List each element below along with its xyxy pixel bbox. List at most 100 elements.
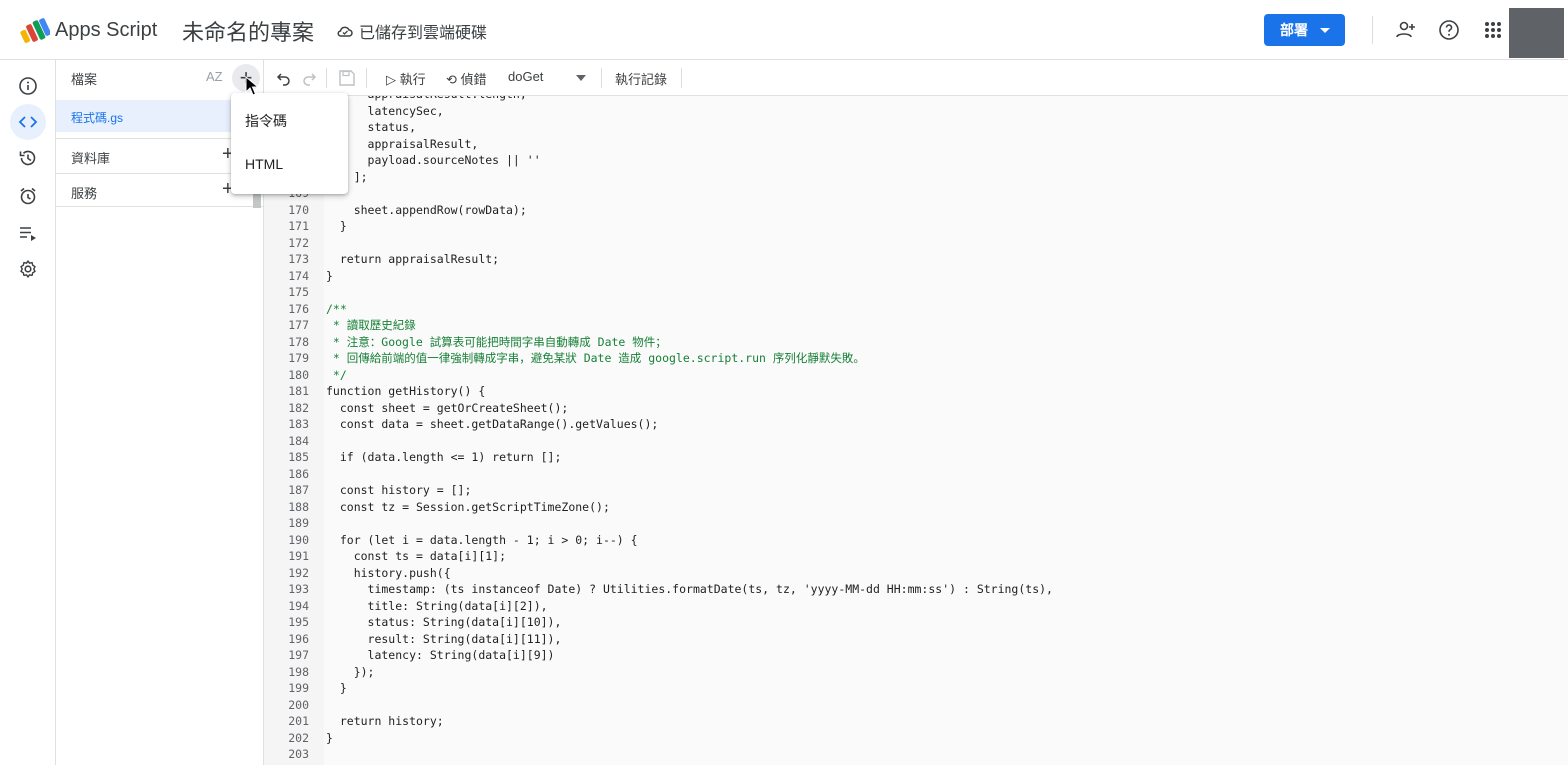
- code-line[interactable]: 175: [288, 284, 1556, 301]
- code-line[interactable]: 178 * 注意：Google 試算表可能把時間字串自動轉成 Date 物件；: [288, 334, 1556, 351]
- project-title[interactable]: 未命名的專案: [182, 15, 314, 47]
- code-line[interactable]: 172: [288, 235, 1556, 252]
- line-number: 197: [288, 648, 309, 662]
- code-line[interactable]: 189: [288, 515, 1556, 532]
- code-text[interactable]: title: String(data[i][2]),: [326, 599, 548, 613]
- code-line[interactable]: 192 history.push({: [288, 565, 1556, 582]
- code-text[interactable]: }: [326, 681, 347, 695]
- code-line[interactable]: 197 latency: String(data[i][9]): [288, 647, 1556, 664]
- code-line[interactable]: 173 return appraisalResult;: [288, 251, 1556, 268]
- code-line[interactable]: 187 const history = [];: [288, 482, 1556, 499]
- line-number: 199: [288, 681, 309, 695]
- code-line[interactable]: status,: [326, 119, 1556, 136]
- code-text[interactable]: payload.sourceNotes || '': [326, 153, 541, 167]
- code-text[interactable]: function getHistory() {: [326, 384, 485, 398]
- rail-item-triggers[interactable]: [10, 178, 46, 214]
- code-text[interactable]: timestamp: (ts instanceof Date) ? Utilit…: [326, 582, 1053, 596]
- code-line[interactable]: 184: [288, 433, 1556, 450]
- code-line[interactable]: 179 * 回傳給前端的值一律強制轉成字串，避免某狀 Date 造成 googl…: [288, 350, 1556, 367]
- code-text[interactable]: }: [326, 219, 347, 233]
- code-text[interactable]: return appraisalResult;: [326, 252, 499, 266]
- help-icon[interactable]: [1437, 18, 1461, 42]
- code-text[interactable]: const tz = Session.getScriptTimeZone();: [326, 500, 610, 514]
- code-text[interactable]: status: String(data[i][10]),: [326, 615, 562, 629]
- code-line[interactable]: ];: [326, 169, 1556, 186]
- code-text[interactable]: }: [326, 731, 333, 745]
- save-icon[interactable]: [338, 69, 356, 87]
- undo-icon[interactable]: [276, 70, 292, 86]
- apps-grid-icon[interactable]: [1481, 18, 1505, 42]
- code-line[interactable]: 186: [288, 466, 1556, 483]
- code-line[interactable]: 171 }: [288, 218, 1556, 235]
- code-line[interactable]: 199 }: [288, 680, 1556, 697]
- function-select[interactable]: doGet: [508, 69, 543, 84]
- code-line[interactable]: 170 sheet.appendRow(rowData);: [288, 202, 1556, 219]
- code-line[interactable]: 194 title: String(data[i][2]),: [288, 598, 1556, 615]
- code-text[interactable]: const data = sheet.getDataRange().getVal…: [326, 417, 659, 431]
- code-text[interactable]: /**: [326, 302, 347, 316]
- sort-az-icon[interactable]: AZ: [206, 69, 223, 84]
- redo-icon[interactable]: [301, 70, 317, 86]
- code-line[interactable]: 195 status: String(data[i][10]),: [288, 614, 1556, 631]
- line-number: 181: [288, 384, 309, 398]
- code-line[interactable]: payload.sourceNotes || '': [326, 152, 1556, 169]
- code-line[interactable]: 198 });: [288, 664, 1556, 681]
- menu-item-script[interactable]: 指令碼: [231, 98, 348, 142]
- code-line[interactable]: 177 * 讀取歷史紀錄: [288, 317, 1556, 334]
- code-line[interactable]: 185 if (data.length <= 1) return [];: [288, 449, 1556, 466]
- code-area[interactable]: appraisalResult.length, latencySec, stat…: [288, 96, 1556, 763]
- code-line[interactable]: 176 /**: [288, 301, 1556, 318]
- code-line[interactable]: 191 const ts = data[i][1];: [288, 548, 1556, 565]
- code-line[interactable]: 174}: [288, 268, 1556, 285]
- code-text[interactable]: * 注意：Google 試算表可能把時間字串自動轉成 Date 物件；: [326, 335, 667, 349]
- deploy-button[interactable]: 部署: [1264, 14, 1345, 46]
- code-line[interactable]: 182 const sheet = getOrCreateSheet();: [288, 400, 1556, 417]
- share-add-person-icon[interactable]: [1394, 18, 1418, 42]
- menu-item-html[interactable]: HTML: [231, 143, 348, 187]
- code-line[interactable]: 169: [288, 185, 1556, 202]
- code-text[interactable]: history.push({: [326, 566, 451, 580]
- code-text[interactable]: const sheet = getOrCreateSheet();: [326, 401, 568, 415]
- code-line[interactable]: 201 return history;: [288, 713, 1556, 730]
- code-line[interactable]: 190 for (let i = data.length - 1; i > 0;…: [288, 532, 1556, 549]
- execution-log-button[interactable]: 執行記錄: [615, 69, 667, 88]
- rail-item-history[interactable]: [10, 140, 46, 176]
- code-line[interactable]: 202}: [288, 730, 1556, 747]
- code-text[interactable]: latency: String(data[i][9]): [326, 648, 555, 662]
- code-text[interactable]: * 回傳給前端的值一律強制轉成字串，避免某狀 Date 造成 google.sc…: [326, 351, 865, 365]
- code-line[interactable]: 180 */: [288, 367, 1556, 384]
- code-text[interactable]: result: String(data[i][11]),: [326, 632, 562, 646]
- code-line[interactable]: 183 const data = sheet.getDataRange().ge…: [288, 416, 1556, 433]
- rail-item-overview[interactable]: [10, 68, 46, 104]
- code-text[interactable]: sheet.appendRow(rowData);: [326, 203, 527, 217]
- rail-item-executions[interactable]: [10, 215, 46, 251]
- code-line[interactable]: 200: [288, 697, 1556, 714]
- code-text[interactable]: const ts = data[i][1];: [326, 549, 506, 563]
- code-text[interactable]: */: [326, 368, 347, 382]
- debug-button[interactable]: ⟲ 偵錯: [446, 69, 487, 88]
- code-text[interactable]: });: [326, 665, 375, 679]
- code-text[interactable]: for (let i = data.length - 1; i > 0; i--…: [326, 533, 638, 547]
- code-line[interactable]: appraisalResult,: [326, 136, 1556, 153]
- chevron-down-icon[interactable]: [1320, 27, 1330, 33]
- code-line[interactable]: 193 timestamp: (ts instanceof Date) ? Ut…: [288, 581, 1556, 598]
- code-text[interactable]: const history = [];: [326, 483, 472, 497]
- chevron-down-icon[interactable]: [576, 75, 586, 81]
- code-text[interactable]: return history;: [326, 714, 444, 728]
- code-text[interactable]: }: [326, 269, 333, 283]
- code-text[interactable]: appraisalResult.length,: [326, 96, 527, 101]
- rail-item-settings[interactable]: [10, 251, 46, 287]
- rail-item-editor[interactable]: [10, 104, 46, 140]
- code-text[interactable]: * 讀取歷史紀錄: [326, 318, 416, 332]
- code-line[interactable]: 188 const tz = Session.getScriptTimeZone…: [288, 499, 1556, 516]
- code-line[interactable]: latencySec,: [326, 103, 1556, 120]
- run-button[interactable]: ▷ 執行: [386, 69, 426, 88]
- code-line[interactable]: 203: [288, 746, 1556, 763]
- code-line[interactable]: 181 function getHistory() {: [288, 383, 1556, 400]
- code-text[interactable]: appraisalResult,: [326, 137, 479, 151]
- code-editor[interactable]: appraisalResult.length, latencySec, stat…: [264, 96, 1568, 765]
- code-line[interactable]: 196 result: String(data[i][11]),: [288, 631, 1556, 648]
- scrollbar[interactable]: [253, 192, 261, 208]
- code-text[interactable]: if (data.length <= 1) return [];: [326, 450, 562, 464]
- avatar[interactable]: [1509, 8, 1564, 58]
